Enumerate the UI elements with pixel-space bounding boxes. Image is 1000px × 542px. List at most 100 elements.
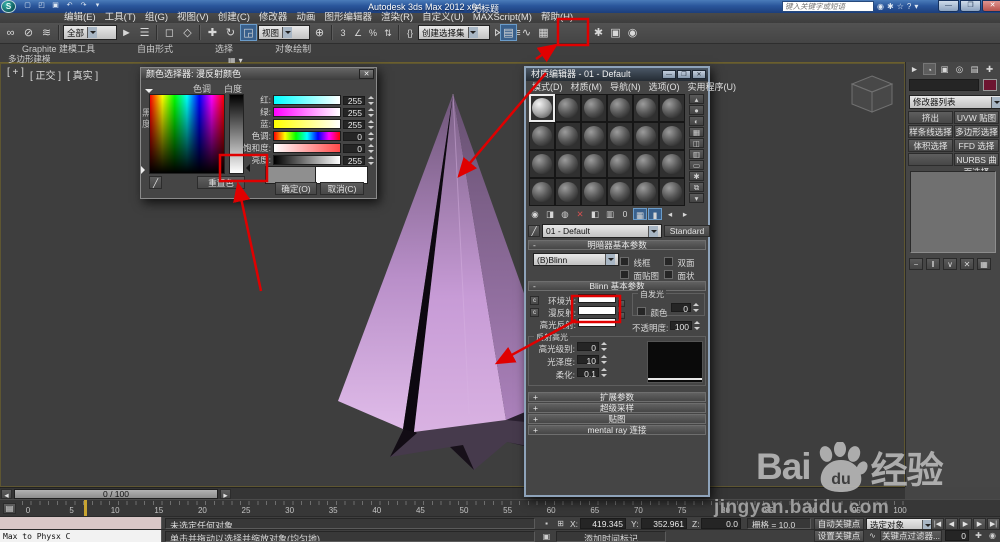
- color-slider-spinner[interactable]: [367, 143, 374, 153]
- reset-color-button[interactable]: 重置色: [197, 176, 245, 189]
- stack-toolbar-icon[interactable]: ✕: [960, 258, 974, 270]
- me-maximize-icon[interactable]: ❐: [677, 70, 691, 79]
- material-type-button[interactable]: Standard: [664, 225, 710, 237]
- sample-slot[interactable]: [607, 178, 633, 206]
- menu-item[interactable]: 渲染(R): [381, 13, 413, 23]
- me-menu-item[interactable]: 导航(N): [610, 82, 641, 93]
- me-menu-item[interactable]: 模式(D): [532, 82, 563, 93]
- me-toolbar-icon[interactable]: ▥: [603, 208, 617, 220]
- shader-basic-rollout-header[interactable]: - 明暗器基本参数: [528, 240, 706, 250]
- tab-modify-icon[interactable]: ◔: [923, 63, 936, 75]
- save-file-icon[interactable]: ▣: [50, 1, 61, 11]
- color-slider-spinner[interactable]: [367, 155, 374, 165]
- current-frame-marker[interactable]: [84, 500, 87, 517]
- sample-slot[interactable]: [633, 150, 659, 178]
- sample-slot[interactable]: [581, 94, 607, 122]
- me-toolbar-icon[interactable]: ◨: [543, 208, 557, 220]
- shader-type-dropdown[interactable]: (B)Blinn: [533, 253, 619, 266]
- sample-eyedropper-icon[interactable]: ╱: [149, 176, 162, 189]
- color-slider-bar[interactable]: [273, 95, 341, 105]
- color-slider-spinner[interactable]: [367, 95, 374, 105]
- sample-slot[interactable]: [607, 122, 633, 150]
- render-setup-icon[interactable]: ✱: [590, 24, 607, 41]
- time-slider-track[interactable]: ◂ 0 / 100 ▸: [0, 487, 905, 500]
- specular-level-value[interactable]: 0: [577, 342, 599, 353]
- color-selector-close-icon[interactable]: ✕: [359, 69, 374, 79]
- me-toolbar-icon[interactable]: ▮: [648, 208, 662, 220]
- me-toolbar-icon[interactable]: ◍: [558, 208, 572, 220]
- select-and-link-icon[interactable]: ∞: [2, 24, 19, 41]
- select-object-icon[interactable]: ►: [118, 24, 135, 41]
- zoom-icon[interactable]: ◉: [986, 530, 999, 541]
- favorites-icon[interactable]: ☆: [897, 1, 904, 12]
- diffuse-map-button[interactable]: [618, 312, 625, 319]
- color-slider-value[interactable]: 0: [343, 131, 365, 141]
- bind-to-spacewarp-icon[interactable]: ≋: [38, 24, 55, 41]
- stack-toolbar-icon[interactable]: ∨: [943, 258, 957, 270]
- me-close-icon[interactable]: ✕: [692, 70, 706, 79]
- ribbon-tab[interactable]: 自由形式: [129, 44, 181, 55]
- modifier-button[interactable]: 体积选择: [908, 139, 953, 152]
- curve-editor-icon[interactable]: ∿: [518, 24, 535, 41]
- exchange-icon[interactable]: ✱: [887, 1, 894, 12]
- specular-level-spinner[interactable]: [600, 342, 607, 351]
- lock-diffuse-specular-icon[interactable]: c: [530, 308, 539, 317]
- color-selector-title[interactable]: 颜色选择器: 漫反射颜色: [141, 68, 374, 80]
- search-input[interactable]: [782, 1, 874, 12]
- me-toolbar-icon[interactable]: ▦: [633, 208, 647, 220]
- use-pivot-center-icon[interactable]: ⊕: [311, 24, 328, 41]
- render-production-icon[interactable]: ◉: [624, 24, 641, 41]
- sample-slot[interactable]: [607, 94, 633, 122]
- sample-slot[interactable]: [529, 178, 555, 206]
- sample-slot-grid[interactable]: [529, 94, 685, 206]
- sample-slot[interactable]: [555, 94, 581, 122]
- select-and-rotate-icon[interactable]: ↻: [222, 24, 239, 41]
- selection-lock-icon[interactable]: ▪: [540, 518, 553, 529]
- angle-snap-icon[interactable]: ∠: [351, 24, 365, 41]
- sample-slot[interactable]: [581, 178, 607, 206]
- sample-slot[interactable]: [529, 94, 555, 122]
- stack-toolbar-icon[interactable]: −: [909, 258, 923, 270]
- minimize-button[interactable]: —: [938, 0, 959, 12]
- collapsed-rollout-header[interactable]: + 超级采样: [528, 403, 706, 413]
- material-name-dropdown[interactable]: 01 - Default: [542, 224, 662, 238]
- tab-motion-icon[interactable]: ◎: [953, 63, 966, 75]
- modifier-button[interactable]: UVW 贴图: [954, 111, 999, 124]
- me-side-icon[interactable]: ▴: [689, 94, 704, 104]
- tab-hierarchy-icon[interactable]: ▣: [938, 63, 951, 75]
- glossiness-value[interactable]: 10: [577, 355, 599, 366]
- sample-slot[interactable]: [659, 94, 685, 122]
- layer-manager-icon[interactable]: ▤: [500, 24, 517, 41]
- time-tag-icon[interactable]: ▣: [540, 531, 553, 542]
- me-toolbar-icon[interactable]: ▸: [678, 208, 692, 220]
- sample-slot[interactable]: [581, 150, 607, 178]
- track-bar[interactable]: ▤ 0 5 10 15 20 25 30 35 40 45 50 55 60 65 70 75 80 85 90 95…: [0, 499, 1000, 517]
- z-coordinate-field[interactable]: 0.0: [701, 518, 741, 529]
- tab-display-icon[interactable]: ▤: [968, 63, 981, 75]
- rectangular-region-icon[interactable]: ◻: [161, 24, 178, 41]
- selection-filter-dropdown[interactable]: 全部: [63, 25, 117, 40]
- menu-item[interactable]: 修改器: [259, 13, 288, 23]
- me-side-icon[interactable]: ▭: [689, 160, 704, 170]
- named-selection-dropdown[interactable]: 创建选择集: [418, 25, 490, 40]
- modifier-button[interactable]: FFD 选择: [954, 139, 999, 152]
- sample-slot[interactable]: [607, 150, 633, 178]
- menu-item[interactable]: 组(G): [145, 13, 168, 23]
- object-name-field[interactable]: [909, 79, 979, 91]
- spinner-snap-icon[interactable]: ⇅: [381, 24, 395, 41]
- stack-toolbar-icon[interactable]: ‖: [926, 258, 940, 270]
- select-by-name-icon[interactable]: ☰: [136, 24, 153, 41]
- me-side-icon[interactable]: ▦: [689, 127, 704, 137]
- x-coordinate-field[interactable]: 419.345: [580, 518, 626, 529]
- glossiness-spinner[interactable]: [600, 355, 607, 364]
- modifier-button[interactable]: 挤出: [908, 111, 953, 124]
- schematic-view-icon[interactable]: ▦: [535, 24, 552, 41]
- me-toolbar-icon[interactable]: ◧: [588, 208, 602, 220]
- blinn-basic-rollout-header[interactable]: - Blinn 基本参数: [528, 281, 706, 291]
- new-file-icon[interactable]: ▢: [22, 1, 33, 11]
- sample-slot[interactable]: [633, 94, 659, 122]
- ok-button[interactable]: 确定(O): [275, 182, 317, 195]
- me-side-icon[interactable]: ▥: [689, 149, 704, 159]
- ribbon-tab[interactable]: 选择: [207, 44, 241, 55]
- color-slider-bar[interactable]: [273, 143, 341, 153]
